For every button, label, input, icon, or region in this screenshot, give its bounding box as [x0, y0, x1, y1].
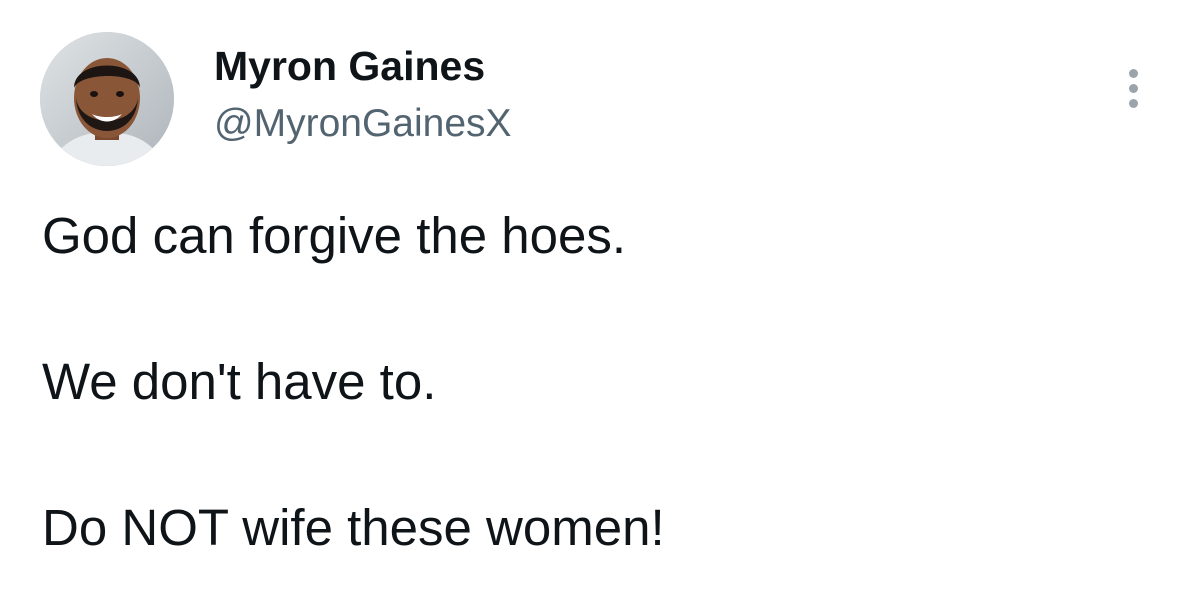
user-handle[interactable]: @MyronGainesX [214, 100, 512, 148]
more-options-button[interactable] [1112, 62, 1154, 114]
profile-photo-icon [40, 32, 174, 166]
more-options-icon-dot [1128, 98, 1138, 108]
author-info: Myron Gaines @MyronGainesX [214, 42, 512, 148]
tweet-line: We don't have to. [42, 353, 437, 410]
tweet-card: Myron Gaines @MyronGainesX God can forgi… [0, 0, 1200, 598]
more-options-icon-dot [1128, 83, 1138, 93]
more-options-icon [1128, 68, 1138, 78]
avatar[interactable] [40, 32, 174, 166]
tweet-line: God can forgive the hoes. [42, 207, 627, 264]
tweet-line: Do NOT wife these women! [42, 499, 665, 556]
display-name[interactable]: Myron Gaines [214, 42, 512, 90]
tweet-text: God can forgive the hoes. We don't have … [42, 206, 1162, 558]
